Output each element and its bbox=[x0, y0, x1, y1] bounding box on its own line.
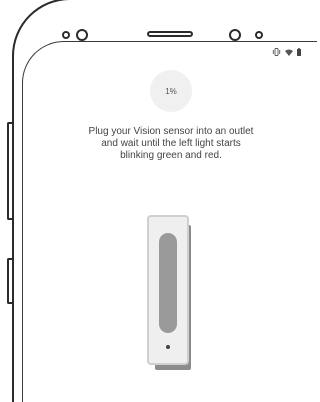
wifi-icon bbox=[285, 49, 293, 58]
sensor-body bbox=[147, 215, 189, 365]
earpiece-speaker bbox=[147, 31, 193, 37]
vision-sensor-illustration bbox=[147, 215, 217, 375]
vibrate-icon bbox=[272, 48, 281, 58]
screen: 1% Plug your Vision sensor into an outle… bbox=[22, 41, 317, 402]
sensor-light-icon bbox=[166, 345, 170, 349]
instruction-text: Plug your Vision sensor into an outlet a… bbox=[88, 126, 254, 161]
status-bar bbox=[272, 48, 301, 58]
battery-icon bbox=[297, 48, 301, 58]
device-mockup: 1% Plug your Vision sensor into an outle… bbox=[0, 0, 317, 402]
progress-label: 1% bbox=[165, 86, 177, 96]
iris-camera-icon bbox=[229, 29, 241, 41]
progress-indicator: 1% bbox=[150, 70, 192, 112]
proximity-sensor-icon bbox=[255, 31, 263, 39]
front-camera-icon bbox=[76, 29, 88, 41]
sensor-window bbox=[159, 233, 177, 333]
front-sensor-icon bbox=[62, 31, 70, 39]
